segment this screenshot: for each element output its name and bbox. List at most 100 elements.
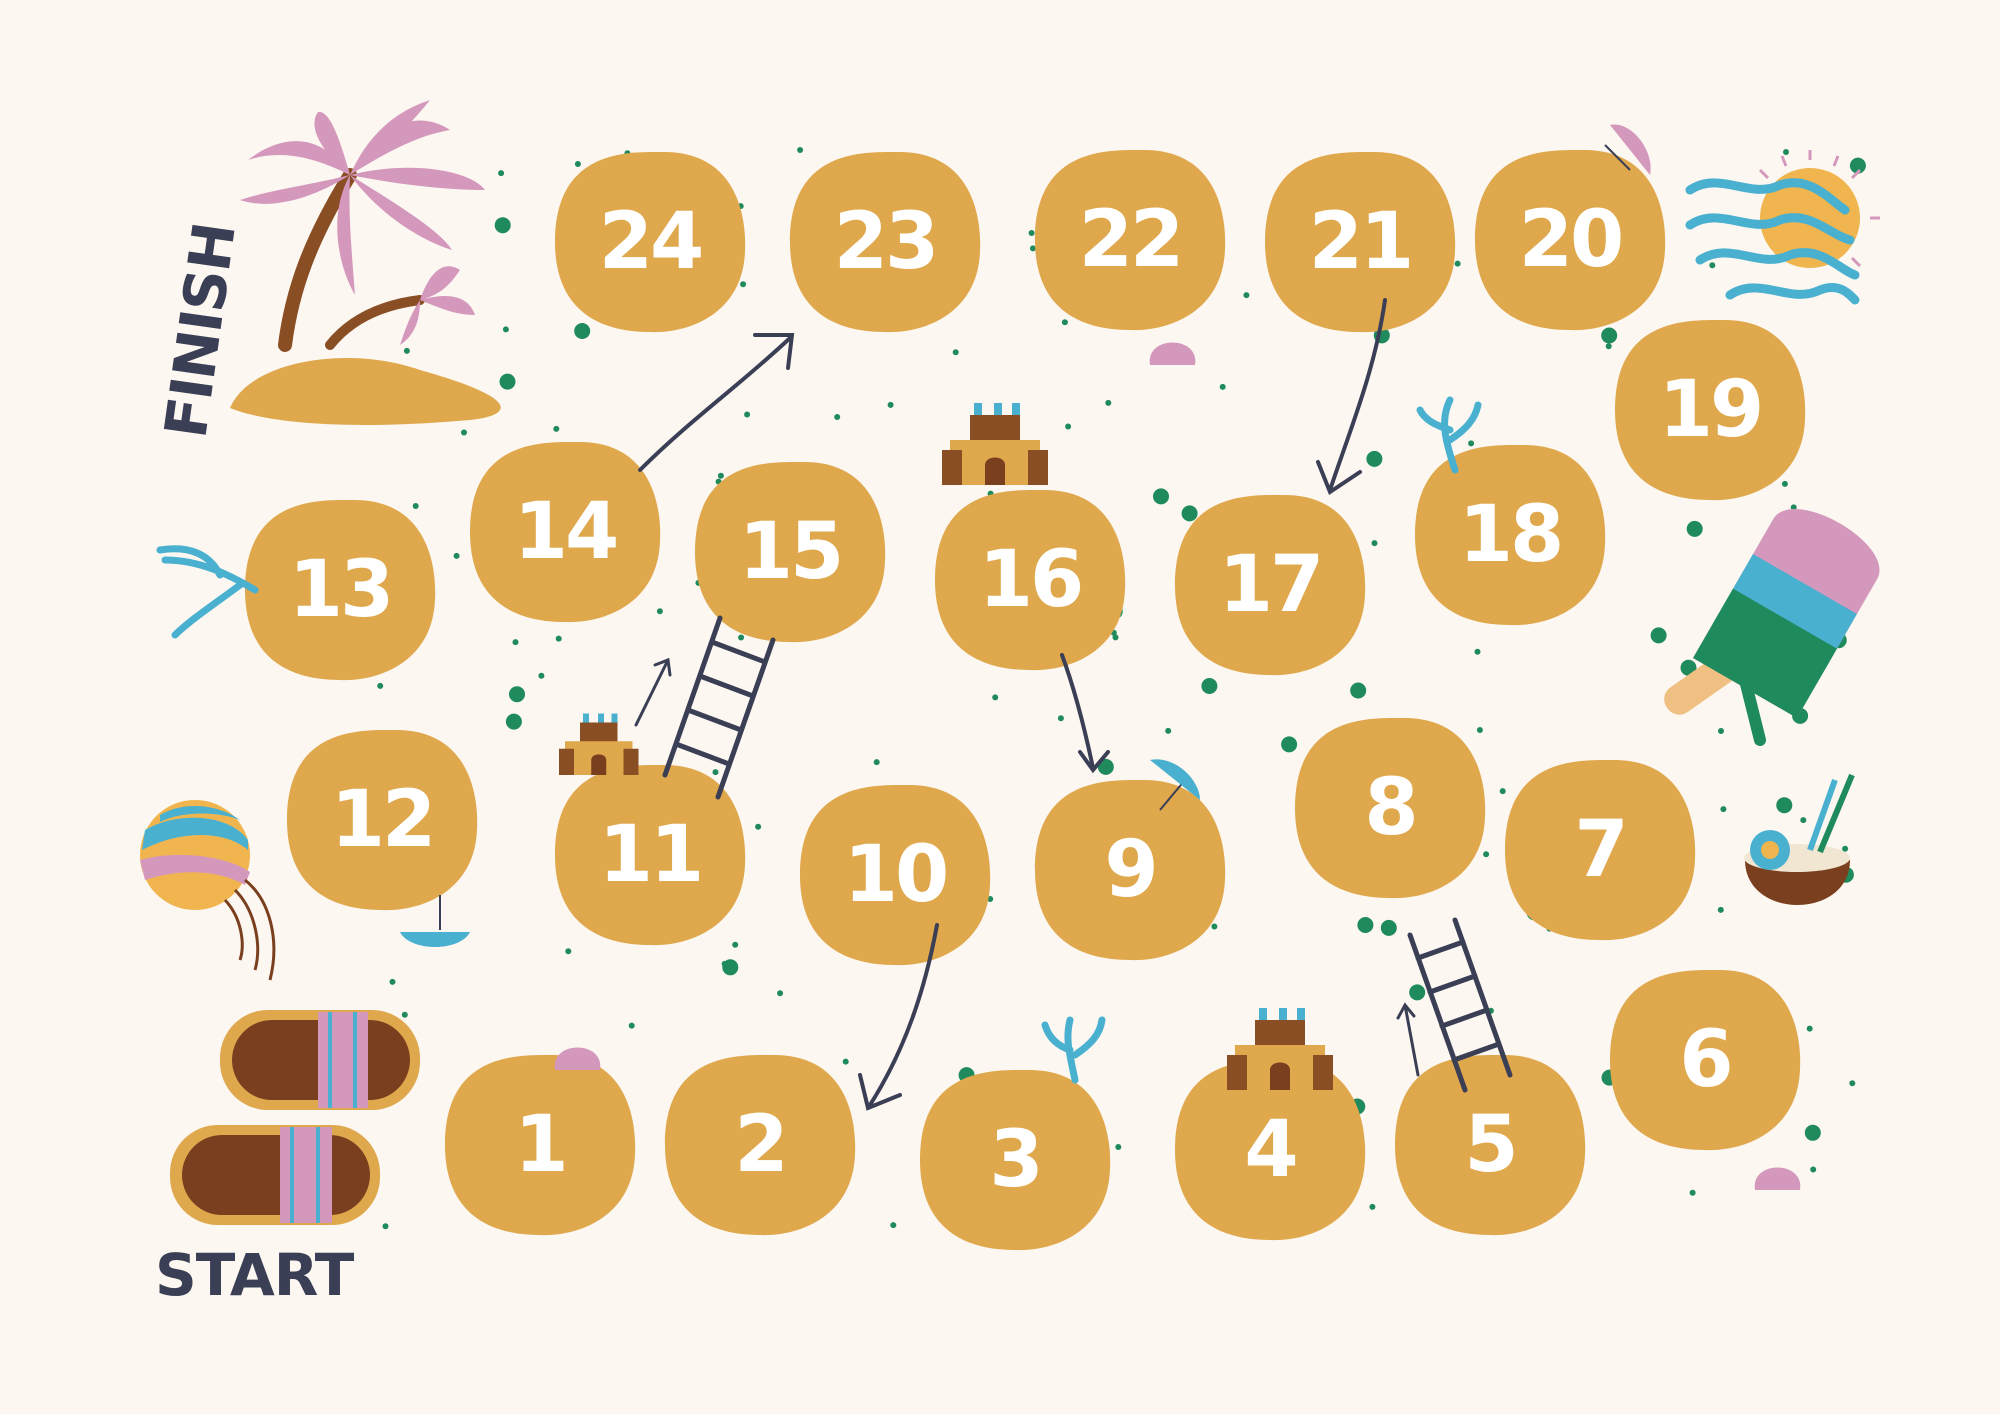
decor-dot [382, 1223, 389, 1230]
tile-number: 17 [1219, 540, 1322, 630]
tile-19[interactable]: 19 [1615, 319, 1806, 501]
decor-dot [1105, 399, 1112, 406]
decor-dot [1112, 634, 1119, 641]
tile-14[interactable]: 14 [470, 441, 661, 623]
decor-dot [717, 472, 724, 479]
sandcastle-icon [942, 403, 1048, 485]
slide-16-to-9 [1060, 653, 1110, 774]
tile-number: 12 [331, 775, 434, 865]
tile-number: 9 [1104, 825, 1155, 915]
decor-dot [1153, 488, 1169, 505]
tile-13[interactable]: 13 [245, 499, 436, 681]
tile-21[interactable]: 21 [1265, 151, 1456, 333]
tile-24[interactable]: 24 [555, 151, 746, 333]
tile-1[interactable]: 1 [445, 1054, 636, 1236]
tile-2[interactable]: 2 [665, 1054, 856, 1236]
decor-dot [1720, 806, 1727, 813]
decor-dot [890, 1222, 897, 1229]
decor-dot [755, 823, 762, 830]
decor-dot [461, 429, 467, 436]
decor-dot [1380, 919, 1397, 936]
decor-dot [1369, 1203, 1376, 1210]
tile-9[interactable]: 9 [1035, 779, 1226, 961]
decor-dot [1468, 440, 1475, 447]
tile-22[interactable]: 22 [1035, 149, 1226, 331]
decor-dot [1650, 627, 1667, 644]
tile-number: 23 [834, 197, 937, 287]
decor-dot [1709, 262, 1716, 269]
decor-dot [1800, 817, 1807, 824]
tile-number: 13 [289, 545, 392, 635]
decor-dot [721, 960, 728, 967]
decor-dot [1165, 727, 1172, 734]
decor-dot [538, 672, 545, 679]
sandcastle-icon [1227, 1008, 1333, 1090]
tile-12[interactable]: 12 [287, 729, 478, 911]
tile-number: 5 [1464, 1100, 1515, 1190]
decor-dot [1281, 736, 1298, 753]
decor-dot [712, 769, 719, 776]
decor-dot [403, 347, 410, 354]
tile-number: 16 [979, 535, 1082, 625]
decor-dot [377, 682, 384, 689]
tile-number: 24 [599, 197, 702, 287]
decor-dot [1371, 540, 1378, 547]
decor-dot [505, 713, 522, 730]
board-tiles: 1 2 3 4 567891011121314 15 16 1718192021222324 [245, 149, 1806, 1251]
tile-number: 14 [514, 487, 617, 577]
tile-10[interactable]: 10 [800, 784, 991, 966]
decor-dot [1350, 682, 1367, 699]
tile-16[interactable]: 16 [935, 489, 1126, 671]
tile-number: 18 [1459, 490, 1562, 580]
decor-dot [1810, 1166, 1817, 1173]
tile-number: 7 [1574, 805, 1625, 895]
tile-3[interactable]: 3 [920, 1069, 1111, 1251]
decor-dot [1065, 423, 1072, 430]
decor-dot [1783, 149, 1789, 155]
decor-dot [555, 635, 562, 642]
decor-dot [740, 281, 747, 288]
game-board: FINISH START 1 2 3 4 567891011121314 15 16 1718… [140, 100, 1880, 1309]
decor-dot [498, 170, 505, 177]
decor-dot [1028, 230, 1035, 236]
tile-number: 6 [1679, 1015, 1730, 1105]
tile-18[interactable]: 18 [1415, 444, 1606, 626]
decor-dot [1476, 727, 1483, 733]
decor-dot [1718, 728, 1724, 734]
decor-dot [401, 1011, 408, 1018]
decor-dot [1776, 797, 1793, 814]
decor-dot [1201, 678, 1218, 694]
decor-dot [1717, 906, 1724, 913]
tile-11[interactable]: 11 [555, 764, 746, 946]
tile-23[interactable]: 23 [790, 151, 981, 333]
coconut-drink-icon [1744, 773, 1855, 905]
decor-dot [1474, 648, 1481, 655]
tile-number: 3 [989, 1115, 1040, 1205]
beach-ball-icon [140, 800, 276, 981]
decor-dot [512, 639, 519, 646]
tile-17[interactable]: 17 [1175, 494, 1366, 676]
decor-dot [777, 990, 784, 997]
sandals-icon [170, 1010, 420, 1225]
tile-number: 2 [734, 1100, 785, 1190]
decor-dot [1243, 292, 1250, 299]
tile-15[interactable]: 15 [695, 461, 886, 643]
tile-6[interactable]: 6 [1610, 969, 1801, 1151]
tile-5[interactable]: 5 [1395, 1054, 1586, 1236]
decor-dot [1806, 1025, 1813, 1032]
decor-dot [1483, 851, 1490, 858]
decor-dot [732, 941, 739, 948]
decor-dot [1219, 383, 1226, 390]
tile-number: 11 [599, 810, 702, 900]
tile-number: 20 [1519, 195, 1622, 285]
decor-dot [1601, 327, 1618, 344]
decor-dot [738, 634, 745, 641]
tile-20[interactable]: 20 [1475, 149, 1666, 331]
decor-dot [628, 1022, 635, 1029]
sun-waves-icon [1685, 150, 1880, 305]
tile-number: 22 [1079, 195, 1182, 285]
decor-dot [574, 323, 591, 339]
tile-8[interactable]: 8 [1295, 717, 1486, 899]
tile-7[interactable]: 7 [1505, 759, 1696, 941]
decor-dot [412, 503, 419, 509]
